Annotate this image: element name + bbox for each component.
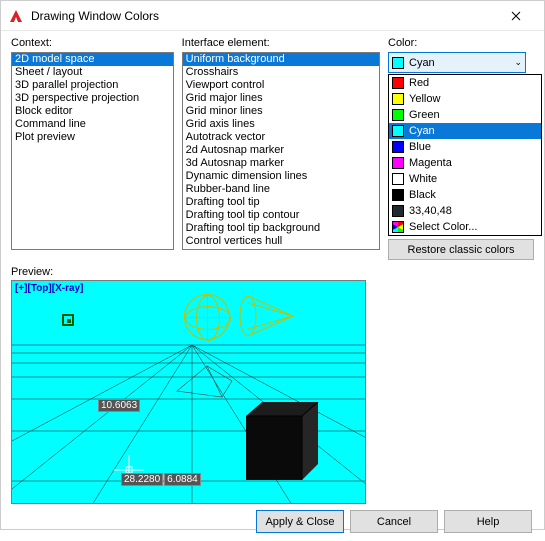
color-swatch-icon (392, 221, 404, 233)
color-option-label: Magenta (409, 157, 452, 169)
interface-item[interactable]: Viewport control (183, 79, 379, 92)
interface-listbox[interactable]: Uniform backgroundCrosshairsViewport con… (182, 52, 380, 250)
color-option-label: Red (409, 77, 429, 89)
wire-cone (238, 293, 296, 339)
interface-item[interactable]: Dynamic dimension lines (183, 170, 379, 183)
interface-item[interactable]: Drafting tool tip contour (183, 209, 379, 222)
selected-color-name: Cyan (409, 57, 435, 69)
close-icon (511, 11, 521, 21)
window-title: Drawing Window Colors (31, 9, 496, 23)
interface-item[interactable]: Rubber-band line (183, 183, 379, 196)
color-option[interactable]: Cyan (389, 123, 541, 139)
interface-item[interactable]: Crosshairs (183, 66, 379, 79)
color-swatch-icon (392, 93, 404, 105)
color-option[interactable]: Green (389, 107, 541, 123)
color-option[interactable]: Blue (389, 139, 541, 155)
interface-item[interactable]: Grid axis lines (183, 118, 379, 131)
color-swatch-icon (392, 141, 404, 153)
interface-item[interactable]: Drafting tool tip background (183, 222, 379, 235)
color-option-label: Yellow (409, 93, 440, 105)
preview-viewport: [+][Top][X-ray] 10.6063 2 (11, 280, 366, 504)
context-label: Context: (11, 37, 174, 49)
color-swatch-icon (392, 173, 404, 185)
context-item[interactable]: Sheet / layout (12, 66, 173, 79)
color-swatch-icon (392, 125, 404, 137)
color-swatch-icon (392, 77, 404, 89)
preview-label: Preview: (11, 266, 534, 278)
context-item[interactable]: Plot preview (12, 131, 173, 144)
interface-item[interactable]: 2d Autosnap marker (183, 144, 379, 157)
anchor-icon (62, 314, 74, 326)
solid-cube (246, 402, 332, 480)
color-option[interactable]: Select Color... (389, 219, 541, 235)
color-swatch-icon (392, 157, 404, 169)
color-swatch-icon (392, 205, 404, 217)
close-button[interactable] (496, 2, 536, 30)
interface-item[interactable]: Grid major lines (183, 92, 379, 105)
color-option-label: Blue (409, 141, 431, 153)
preview-badge: [+][Top][X-ray] (15, 283, 83, 294)
interface-item[interactable]: Grid minor lines (183, 105, 379, 118)
color-swatch-icon (392, 189, 404, 201)
context-item[interactable]: 3D parallel projection (12, 79, 173, 92)
color-dropdown-panel: Red Yellow Green Cyan Blue Magenta White Black 3… (388, 74, 542, 236)
interface-item[interactable]: Uniform background (183, 53, 379, 66)
color-option[interactable]: Yellow (389, 91, 541, 107)
chevron-down-icon: ⌄ (514, 57, 522, 68)
color-option-label: Black (409, 189, 436, 201)
titlebar: Drawing Window Colors (1, 1, 544, 31)
interface-item[interactable]: 3d Autosnap marker (183, 157, 379, 170)
color-option[interactable]: White (389, 171, 541, 187)
context-item[interactable]: 2D model space (12, 53, 173, 66)
color-option[interactable]: Magenta (389, 155, 541, 171)
interface-item[interactable]: Autotrack vector (183, 131, 379, 144)
color-dropdown[interactable]: Cyan ⌄ RedYellowGreenCyanBlueMagentaWhit… (388, 52, 526, 73)
dimension-readout-1: 10.6063 (98, 399, 140, 412)
restore-classic-button[interactable]: Restore classic colors (388, 239, 534, 260)
context-item[interactable]: Command line (12, 118, 173, 131)
color-option[interactable]: Red (389, 75, 541, 91)
color-label: Color: (388, 37, 534, 49)
wire-sphere (184, 294, 230, 340)
autocad-icon (7, 7, 25, 25)
context-item[interactable]: Block editor (12, 105, 173, 118)
selected-color-swatch (392, 57, 404, 69)
interface-item[interactable]: Drafting tool tip (183, 196, 379, 209)
color-option[interactable]: Black (389, 187, 541, 203)
context-listbox[interactable]: 2D model spaceSheet / layout3D parallel … (11, 52, 174, 250)
color-option-label: Select Color... (409, 221, 477, 233)
color-option[interactable]: 33,40,48 (389, 203, 541, 219)
color-swatch-icon (392, 109, 404, 121)
interface-label: Interface element: (182, 37, 380, 49)
interface-item[interactable]: Control vertices hull (183, 235, 379, 248)
wire-pyramid (172, 361, 242, 401)
dimension-readout-2: 28.2280 6.0884 (121, 473, 201, 486)
color-option-label: Cyan (409, 125, 435, 137)
color-dropdown-button[interactable]: Cyan ⌄ (388, 52, 526, 73)
color-option-label: Green (409, 109, 440, 121)
color-option-label: White (409, 173, 437, 185)
context-item[interactable]: 3D perspective projection (12, 92, 173, 105)
color-option-label: 33,40,48 (409, 205, 452, 217)
